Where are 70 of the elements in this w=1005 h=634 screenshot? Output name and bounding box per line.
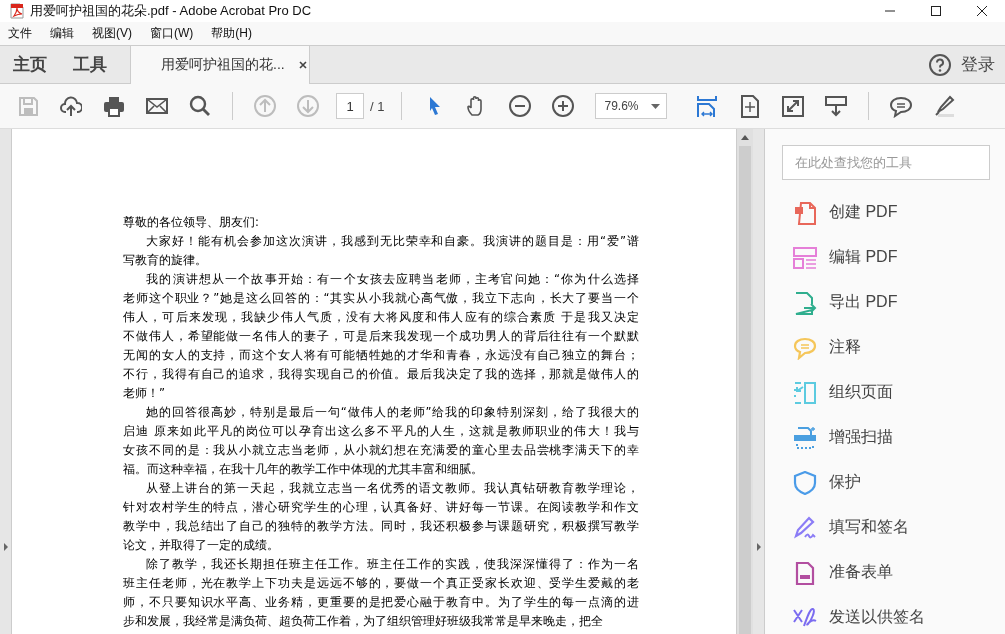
menu-item[interactable]: 窗口(W) — [144, 25, 200, 42]
zoom-in-icon — [552, 94, 575, 118]
tool-search-field[interactable]: 在此处查找您的工具 — [782, 145, 990, 180]
scroll-up-icon — [741, 134, 749, 140]
close-icon — [298, 61, 307, 69]
document-text-line: 无闻的女人的支持，而这个女人将有可能牺牲她的才华和青春，永远没有自己独立的舞台； — [123, 347, 639, 364]
tool-item[interactable]: 创建 PDF — [782, 195, 990, 230]
document-text-line: 我的演讲想从一个故事开始：有一个女孩去应聘当老师，主考官问她：“你为什么选择 — [145, 271, 639, 288]
document-text-line: 不行，我得有自己的追求，我得实现自己的价值。最后我决定了我的选择，那就是做伟人的 — [123, 366, 639, 383]
help-icon — [929, 53, 951, 76]
document-text-line: 大家好！能有机会参加这次演讲，我感到无比荣幸和自豪。我演讲的题目是：用“爱”谱 — [145, 233, 639, 250]
document-text-line: 女孩不同的是：我从小就立志当老师，从小就幻想在充满爱的童心里去品尝桃李满天下的幸 — [123, 442, 639, 459]
zoom-dropdown[interactable]: 79.6% — [595, 93, 668, 119]
document-text-line: 老师！” — [123, 385, 166, 402]
close-icon — [976, 5, 988, 17]
expand-arrow-icon — [3, 542, 8, 551]
tab-title: 用爱呵护祖国的花... — [161, 56, 285, 74]
document-text-line: 福。而这种幸福，在我十几年的教学工作中体现的尤其丰富和细腻。 — [123, 461, 484, 478]
tool-item[interactable]: 准备表单 — [782, 555, 990, 590]
document-text-line: 不做伟人，希望能做一名伟人的妻子，可是后来我发现一个成功男人的背后往往有一个默默 — [123, 328, 639, 345]
search-icon — [189, 94, 211, 118]
maximize-icon — [930, 5, 942, 17]
document-text-line: 尊敬的各位领导、朋友们: — [123, 214, 260, 231]
keyboard-down-icon — [825, 94, 848, 118]
vertical-scrollbar[interactable] — [736, 129, 753, 634]
nav-tab[interactable]: 工具 — [60, 46, 120, 83]
tool-item[interactable]: 保护 — [782, 465, 990, 500]
expand-arrow-icon — [756, 542, 761, 551]
document-text-line: 从登上讲台的第一天起，我就立志当一名优秀的语文教师。我认真钻研教育教学理论， — [145, 480, 639, 497]
menu-item[interactable]: 视图(V) — [86, 25, 138, 42]
dropdown-caret-icon — [651, 103, 661, 109]
page-number-field[interactable]: 1 — [336, 93, 364, 119]
document-text-line: 她的回答很高妙，特别是最后一句“做伟人的老师”给我的印象特别深刻，给了我很大的 — [145, 404, 639, 421]
document-text-line: 启迪 原来如此平凡的岗位可以孕育出这么多不平凡的人生，这就是教师职业的伟大！我与 — [123, 423, 639, 440]
menu-item[interactable]: 帮助(H) — [205, 25, 258, 42]
tool-item[interactable]: 编辑 PDF — [782, 240, 990, 275]
highlighter-icon — [933, 94, 956, 118]
document-text-line: 论文，并取得了一定的成绩。 — [123, 537, 280, 554]
menu-item[interactable]: 编辑 — [44, 25, 80, 42]
document-text-line: 步和发展，我经常是满负荷、超负荷工作着，为了组织管理好班级我常常是早来晚走，把全 — [123, 613, 604, 630]
document-text-line: 除了教学，我还长期担任班主任工作。班主任工作的实践，使我深深懂得了：作为一名 — [145, 556, 639, 573]
document-text-line: 针对农村学生的特点，潜心研究学生的心理，认真备好、讲好每一节课。在阅读教学和作文 — [123, 499, 639, 516]
document-text-line: 教学中，我总结出了自己的独特的教学方法。同时，我还积极参与课题研究，积极撰写教学 — [123, 518, 639, 535]
document-text-line: 班主任老师，光在教学上下功夫是远远不够的，要做一个真正受家长欢迎、受学生爱戴的老 — [123, 575, 639, 592]
page-move-icon — [739, 94, 762, 118]
tool-item[interactable]: 发送以供签名 — [782, 600, 990, 634]
document-text-line: 师，不只要知识水平高、业务精，更重要的是把爱心融于教育中。为了学生的每一点滴的进 — [123, 594, 639, 611]
tool-item[interactable]: 组织页面 — [782, 375, 990, 410]
menu-item[interactable]: 文件 — [2, 25, 38, 42]
page-count: / 1 — [370, 98, 385, 114]
tab-close-button[interactable] — [298, 61, 307, 69]
speech-bubble-icon — [890, 94, 913, 118]
tool-item[interactable]: 导出 PDF — [782, 285, 990, 320]
tool-item[interactable]: 填写和签名 — [782, 510, 990, 545]
tool-item[interactable]: 增强扫描 — [782, 420, 990, 455]
cloud-upload-icon — [60, 94, 82, 118]
help-button[interactable] — [929, 53, 951, 76]
window-title: 用爱呵护祖国的花朵.pdf - Adobe Acrobat Pro DC — [30, 2, 313, 20]
document-text-line: 老师这个职业？”她是这么回答的：“其实从小我就心高气傲，我立下志向，长大了要当一个 — [123, 290, 639, 307]
sign-in-link[interactable]: 登录 — [951, 46, 1005, 83]
document-text-line: 写教育的旋律。 — [123, 252, 208, 269]
tool-item[interactable]: 注释 — [782, 330, 990, 365]
zoom-out-icon — [509, 94, 532, 118]
expand-icon — [782, 94, 805, 118]
printer-icon — [103, 94, 125, 118]
document-tab[interactable]: 用爱呵护祖国的花... — [130, 46, 310, 84]
nav-tab[interactable]: 主页 — [0, 46, 60, 83]
page-width-icon — [696, 94, 719, 118]
document-text-line: 伟人，可后来发现，我缺少伟人气质，没有大将风度和伟人应有的综合素质 于是我又决定 — [123, 309, 639, 326]
pdf-file-icon — [10, 3, 24, 19]
